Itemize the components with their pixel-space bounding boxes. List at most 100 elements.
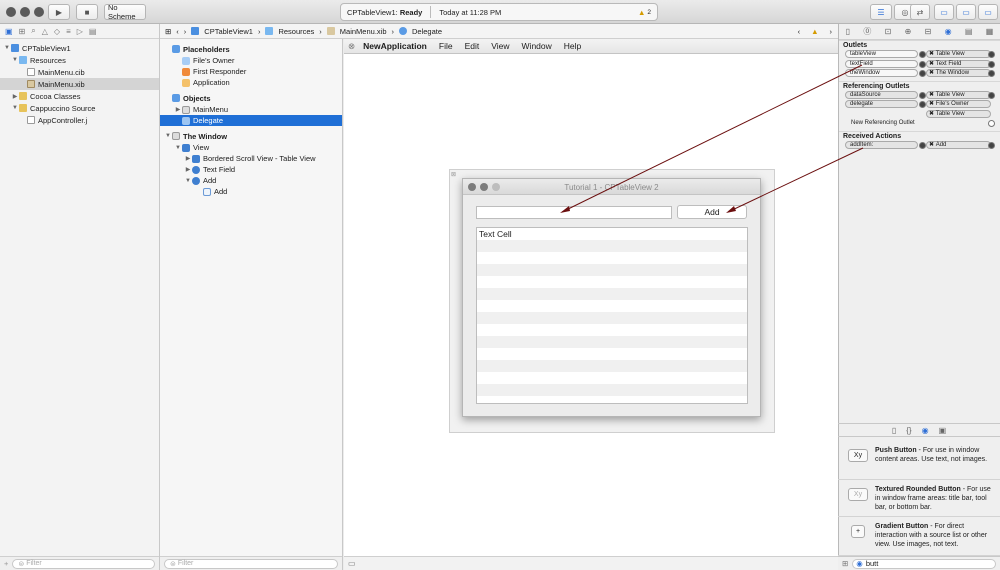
menu-app[interactable]: NewApplication [363, 41, 427, 51]
outline-item-view[interactable]: ▼ View [160, 142, 342, 153]
breakpoint-tab-icon[interactable]: ▷ [77, 27, 83, 36]
menu-view[interactable]: View [491, 41, 509, 51]
navigator-toggle-button[interactable]: ▭ [934, 4, 954, 20]
library-search-input[interactable]: ◉ butt [852, 558, 996, 569]
identity-inspector-icon[interactable]: ⊡ [885, 27, 892, 36]
ref-outlet-row[interactable]: dataSource ✖ Table View [839, 90, 1000, 101]
next-issue-icon[interactable]: › [830, 27, 833, 36]
nav-item-mainmenu-cib[interactable]: MainMenu.cib [0, 66, 159, 78]
nav-item-cappuccino-source[interactable]: ▼ Cappuccino Source [0, 102, 159, 114]
close-icon[interactable]: ⊗ [348, 41, 355, 52]
code-snippet-icon[interactable]: {} [906, 426, 911, 435]
outline-item-delegate[interactable]: Delegate [160, 115, 342, 126]
disclosure-open-icon[interactable]: ▼ [3, 45, 11, 51]
connections-inspector-icon[interactable]: ◉ [945, 27, 952, 36]
file-template-icon[interactable]: ▯ [892, 426, 896, 435]
test-tab-icon[interactable]: ◇ [54, 27, 60, 36]
nav-item-resources[interactable]: ▼ Resources [0, 54, 159, 66]
connection-dot[interactable] [919, 91, 926, 99]
remove-connection-icon[interactable]: ✖ [929, 92, 934, 98]
warning-tab-icon[interactable]: △ [42, 27, 48, 36]
navigator-filter-input[interactable]: ⊜ Filter [12, 558, 155, 569]
symbol-tab-icon[interactable]: ⊞ [19, 27, 26, 36]
library-item-push-button[interactable]: Xy Push Button - For use in window conte… [838, 441, 1000, 480]
connection-dot[interactable] [919, 51, 926, 58]
find-tab-icon[interactable]: ⌕ [31, 26, 35, 36]
standard-editor-button[interactable]: ☰ [870, 4, 892, 20]
outline-item-add-cell[interactable]: Add [160, 186, 342, 197]
file-inspector-icon[interactable]: ▯ [846, 27, 850, 36]
breadcrumb-delegate[interactable]: Delegate [412, 27, 442, 36]
outline-item-scroll-view[interactable]: ▶ Bordered Scroll View - Table View [160, 153, 342, 164]
nav-item-cocoa-classes[interactable]: ▶ Cocoa Classes [0, 90, 159, 102]
outline-filter-input[interactable]: ⊜ Filter [164, 558, 338, 569]
table-row[interactable]: Text Cell [477, 228, 747, 240]
disclosure-open-icon[interactable]: ▼ [184, 178, 192, 184]
remove-connection-icon[interactable]: ✖ [929, 142, 934, 148]
disclosure-closed-icon[interactable]: ▶ [174, 106, 182, 113]
disclosure-closed-icon[interactable]: ▶ [184, 166, 192, 173]
disclosure-open-icon[interactable]: ▼ [11, 105, 19, 111]
window-close-handle-icon[interactable]: ⊠ [451, 171, 456, 178]
remove-connection-icon[interactable]: ✖ [929, 61, 934, 67]
connection-dot[interactable] [919, 101, 926, 108]
outline-item-files-owner[interactable]: File's Owner [160, 55, 342, 66]
table-row[interactable] [477, 252, 747, 264]
table-row[interactable] [477, 300, 747, 312]
minimize-window-button[interactable] [20, 7, 30, 17]
outlet-row[interactable]: theWindow ✖ The Window [839, 69, 1000, 79]
remove-connection-icon[interactable]: ✖ [929, 51, 934, 57]
outline-item-mainmenu[interactable]: ▶ MainMenu [160, 104, 342, 115]
table-row[interactable] [477, 312, 747, 324]
remove-connection-icon[interactable]: ✖ [929, 101, 934, 107]
library-item-gradient-button[interactable]: + Gradient Button - For direct interacti… [838, 517, 1000, 556]
zoom-window-button[interactable] [34, 7, 44, 17]
connection-dot[interactable] [988, 60, 995, 68]
connection-dot[interactable] [988, 70, 995, 77]
action-row[interactable]: addItem: ✖ Add [839, 141, 1000, 151]
outline-item-first-responder[interactable]: First Responder [160, 66, 342, 77]
prev-issue-icon[interactable]: ‹ [798, 27, 801, 36]
run-button[interactable]: ▶ [48, 4, 70, 20]
empty-connection-dot[interactable] [988, 120, 995, 127]
effects-inspector-icon[interactable]: ▦ [986, 27, 994, 36]
debug-toggle-button[interactable]: ▭ [956, 4, 976, 20]
remove-connection-icon[interactable]: ✖ [929, 70, 934, 76]
table-row[interactable] [477, 396, 747, 403]
new-referencing-outlet-row[interactable]: New Referencing Outlet [839, 119, 1000, 129]
back-icon[interactable]: ‹ [176, 27, 179, 36]
folder-tab-icon[interactable]: ▣ [5, 27, 13, 36]
breadcrumb-resources[interactable]: Resources [278, 27, 314, 36]
table-row[interactable] [477, 264, 747, 276]
library-item-textured-button[interactable]: Xy Textured Rounded Button - For use in … [838, 480, 1000, 517]
table-row[interactable] [477, 288, 747, 300]
bindings-inspector-icon[interactable]: ▤ [965, 27, 973, 36]
media-library-icon[interactable]: ▣ [939, 426, 947, 435]
forward-icon[interactable]: › [184, 27, 187, 36]
outlet-row[interactable]: textField ✖ Text Field [839, 59, 1000, 70]
utilities-toggle-button[interactable]: ▭ [978, 4, 998, 20]
ref-outlet-row[interactable]: delegate ✖ File's Owner [839, 100, 1000, 110]
report-tab-icon[interactable]: ▤ [89, 27, 97, 36]
table-row[interactable] [477, 348, 747, 360]
disclosure-open-icon[interactable]: ▼ [11, 57, 19, 63]
attributes-inspector-icon[interactable]: ⊕ [905, 27, 912, 36]
help-inspector-icon[interactable]: ⓪ [863, 26, 871, 37]
menu-window[interactable]: Window [522, 41, 552, 51]
version-editor-button[interactable]: ⇄ [910, 4, 930, 20]
connection-dot[interactable] [988, 51, 995, 58]
size-inspector-icon[interactable]: ⊟ [925, 27, 932, 36]
connection-dot[interactable] [919, 70, 926, 77]
menu-help[interactable]: Help [564, 41, 581, 51]
disclosure-open-icon[interactable]: ▼ [174, 145, 182, 151]
connection-dot[interactable] [919, 142, 926, 149]
nav-item-project[interactable]: ▼ CPTableView1 [0, 42, 159, 54]
outline-item-text-field[interactable]: ▶ Text Field [160, 164, 342, 175]
table-row[interactable] [477, 360, 747, 372]
outline-item-add-button[interactable]: ▼ Add [160, 175, 342, 186]
connection-dot[interactable] [988, 142, 995, 149]
table-row[interactable] [477, 324, 747, 336]
disclosure-closed-icon[interactable]: ▶ [184, 155, 192, 162]
menu-edit[interactable]: Edit [465, 41, 480, 51]
text-field[interactable] [476, 206, 672, 219]
